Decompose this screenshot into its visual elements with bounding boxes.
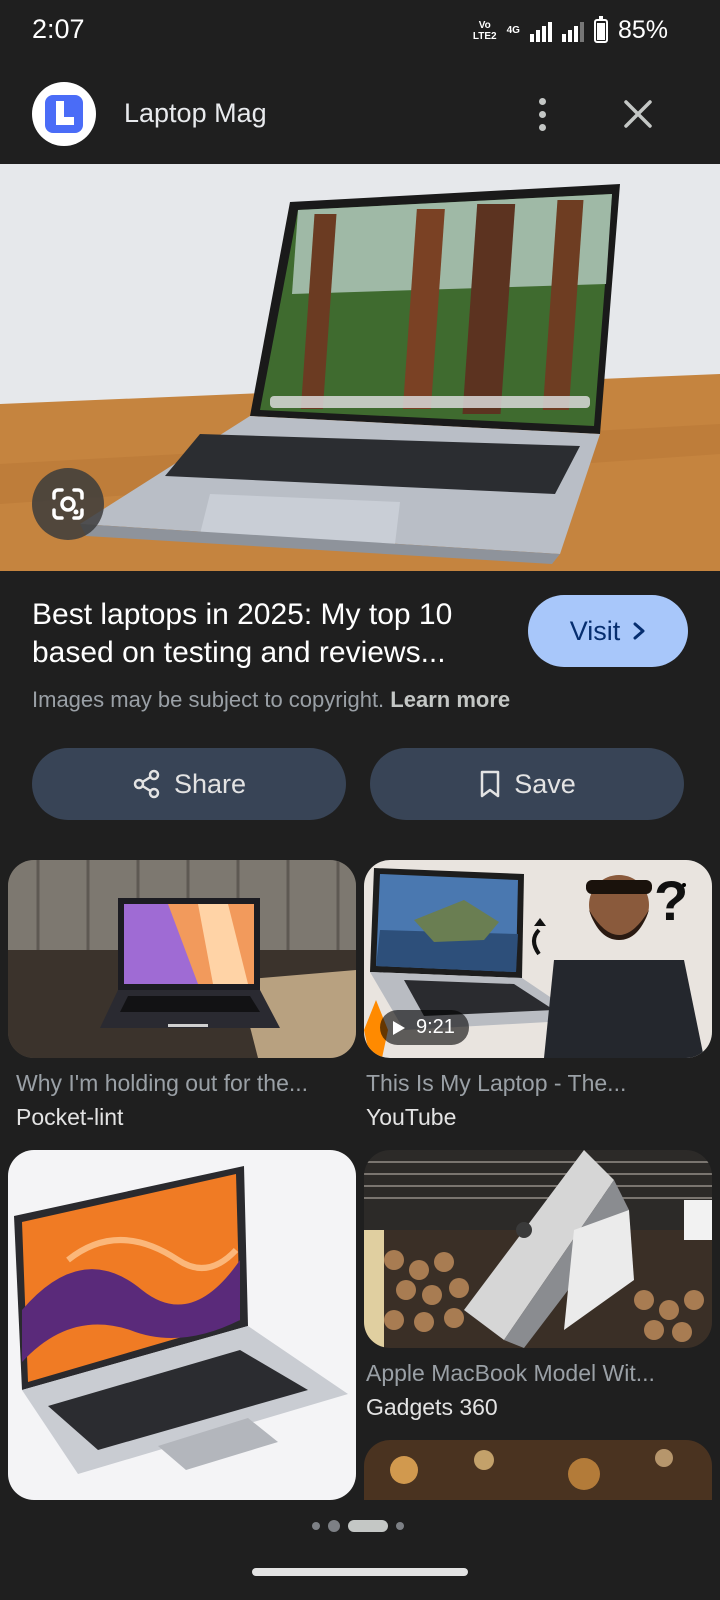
visit-button[interactable]: Visit (528, 595, 688, 667)
signal-icon-sim2 (561, 20, 584, 42)
laptop-mag-logo-icon (45, 95, 83, 133)
related-title[interactable]: Apple MacBook Model Wit... (366, 1360, 706, 1387)
page-dot-active (348, 1520, 388, 1532)
network-type: 4G (506, 25, 520, 36)
result-title[interactable]: Best laptops in 2025: My top 10 based on… (32, 596, 502, 672)
related-title[interactable]: Why I'm holding out for the... (16, 1070, 356, 1097)
related-image[interactable] (8, 860, 356, 1058)
page-dot (328, 1520, 340, 1532)
video-duration-badge: 9:21 (380, 1010, 469, 1045)
learn-more-link[interactable]: Learn more (390, 687, 510, 712)
site-logo[interactable] (32, 82, 96, 146)
site-name: Laptop Mag (124, 98, 267, 128)
pagination-indicator (312, 1520, 404, 1532)
related-image[interactable] (8, 1150, 356, 1500)
related-image[interactable] (364, 1150, 712, 1348)
video-duration: 9:21 (416, 1016, 455, 1038)
volte-icon: Vo LTE2 (472, 19, 497, 42)
status-time: 2:07 (32, 14, 85, 44)
play-icon (393, 1020, 405, 1035)
related-source: Gadgets 360 (366, 1394, 498, 1420)
share-button[interactable]: Share (32, 748, 346, 820)
share-icon (133, 769, 160, 799)
page-dot (396, 1522, 404, 1530)
close-icon[interactable] (618, 94, 658, 134)
more-options-icon[interactable] (527, 92, 557, 136)
lens-icon (52, 488, 84, 520)
copyright-text: Images may be subject to copyright. (32, 687, 385, 712)
home-gesture-bar[interactable] (252, 1568, 468, 1576)
battery-icon (593, 15, 608, 43)
related-source: YouTube (366, 1104, 457, 1130)
share-label: Share (173, 768, 247, 799)
page-dot (312, 1522, 320, 1530)
signal-icon (529, 20, 552, 42)
visit-label: Visit (569, 615, 621, 646)
save-label: Save (514, 768, 576, 799)
bookmark-icon (480, 770, 500, 798)
related-title[interactable]: This Is My Laptop - The... (366, 1070, 706, 1097)
related-source: Pocket-lint (16, 1104, 124, 1130)
svg-text:?: ? (654, 869, 688, 932)
related-image[interactable] (364, 1440, 712, 1500)
main-image[interactable] (0, 164, 720, 571)
copyright-notice: Images may be subject to copyright. Lear… (32, 687, 510, 713)
google-lens-button[interactable] (32, 468, 104, 540)
save-button[interactable]: Save (370, 748, 684, 820)
battery-percent: 85% (617, 16, 668, 44)
chevron-right-icon (633, 622, 645, 640)
status-icons: Vo LTE2 4G 85% (472, 15, 668, 45)
related-image[interactable]: ? 9:21 (364, 860, 712, 1058)
bottom-area (0, 1500, 720, 1600)
